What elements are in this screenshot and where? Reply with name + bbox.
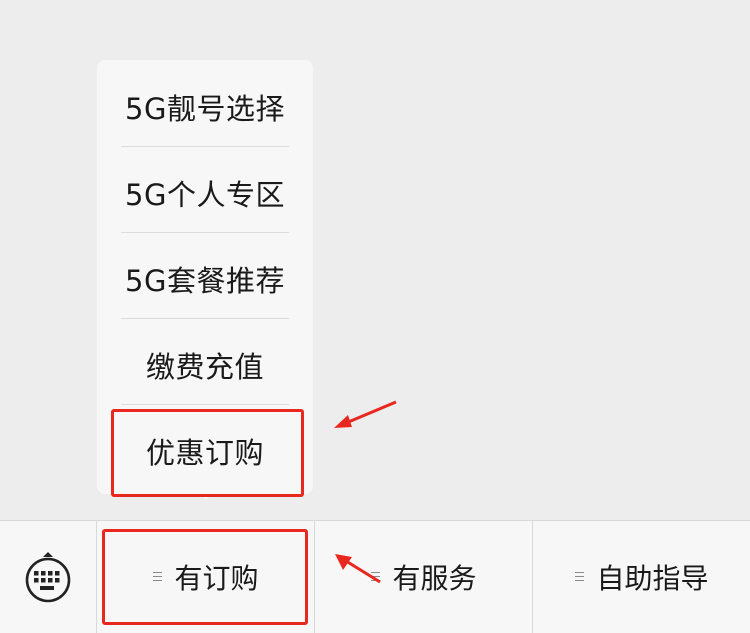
menu-button-self-help[interactable]: 自助指导	[532, 521, 750, 633]
submenu-item-5g-plans[interactable]: 5G套餐推荐	[121, 236, 289, 322]
divider	[121, 232, 289, 233]
menu-lines-icon	[371, 570, 381, 582]
submenu-item-discount-order[interactable]: 优惠订购	[121, 408, 289, 494]
keyboard-toggle-button[interactable]	[0, 521, 96, 633]
menu-lines-icon	[153, 570, 163, 582]
divider	[121, 146, 289, 147]
popup-caret	[199, 492, 213, 500]
submenu-popup: 5G靓号选择 5G个人专区 5G套餐推荐 缴费充值 优惠订购	[97, 60, 313, 494]
arrow-annotation-upper	[334, 400, 397, 428]
submenu-item-5g-number[interactable]: 5G靓号选择	[121, 64, 289, 150]
menu-button-service[interactable]: 有服务	[314, 521, 533, 633]
menu-label-self-help: 自助指导	[596, 562, 709, 595]
menu-label-service: 有服务	[392, 562, 477, 595]
menu-lines-icon	[575, 570, 585, 582]
divider	[121, 404, 289, 405]
keyboard-icon	[25, 552, 71, 603]
submenu-item-recharge[interactable]: 缴费充值	[121, 322, 289, 408]
menu-label-order: 有订购	[174, 562, 259, 595]
menu-button-order[interactable]: 有订购	[96, 521, 315, 633]
bottom-menu-bar: 有订购 有服务 自助指导	[0, 520, 750, 633]
divider	[121, 318, 289, 319]
submenu-item-5g-personal[interactable]: 5G个人专区	[121, 150, 289, 236]
